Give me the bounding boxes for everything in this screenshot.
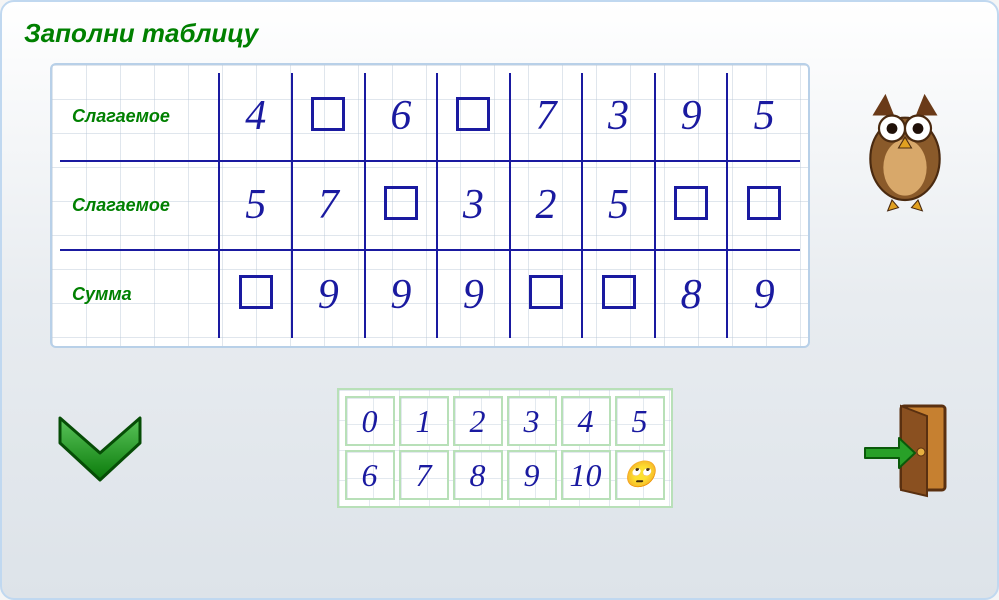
picker-tile[interactable]: 5 (615, 396, 665, 446)
cell-value: 9 (463, 272, 484, 318)
table-row: Слагаемое 5 7 3 2 5 (60, 161, 800, 251)
blank-cell[interactable] (747, 186, 781, 220)
blank-cell[interactable] (456, 97, 490, 131)
cell-value: 9 (681, 93, 702, 139)
cell-value: 7 (318, 182, 339, 228)
blank-cell[interactable] (602, 275, 636, 309)
owl-mascot (850, 63, 970, 218)
confirm-button[interactable] (50, 408, 150, 488)
hint-button[interactable]: 🙄 (615, 450, 665, 500)
table-row: Слагаемое 4 6 7 3 9 5 (60, 73, 800, 161)
picker-tile[interactable]: 2 (453, 396, 503, 446)
blank-cell[interactable] (384, 186, 418, 220)
app-window: Заполни таблицу Слагаемое 4 6 7 3 9 5 Сл… (0, 0, 999, 600)
cell-value: 5 (608, 182, 629, 228)
picker-tile[interactable]: 6 (345, 450, 395, 500)
bottom-bar: 0 1 2 3 4 5 6 7 8 9 10 🙄 (20, 388, 979, 508)
picker-tile[interactable]: 3 (507, 396, 557, 446)
math-table-card: Слагаемое 4 6 7 3 9 5 Слагаемое 5 7 3 2 (50, 63, 810, 348)
cell-value: 5 (245, 182, 266, 228)
picker-tile[interactable]: 8 (453, 450, 503, 500)
picker-tile[interactable]: 1 (399, 396, 449, 446)
cell-value: 3 (608, 93, 629, 139)
cell-value: 4 (245, 93, 266, 139)
number-picker: 0 1 2 3 4 5 6 7 8 9 10 🙄 (337, 388, 673, 508)
blank-cell[interactable] (529, 275, 563, 309)
cell-value: 9 (754, 272, 775, 318)
picker-tile[interactable]: 7 (399, 450, 449, 500)
cell-value: 5 (754, 93, 775, 139)
cell-value: 9 (318, 272, 339, 318)
picker-tile[interactable]: 10 (561, 450, 611, 500)
page-title: Заполни таблицу (24, 18, 979, 49)
table-row: Сумма 9 9 9 8 9 (60, 250, 800, 338)
picker-tile[interactable]: 0 (345, 396, 395, 446)
chevron-down-icon (50, 408, 150, 488)
cell-value: 9 (390, 272, 411, 318)
math-table: Слагаемое 4 6 7 3 9 5 Слагаемое 5 7 3 2 (60, 73, 800, 338)
cell-value: 3 (463, 182, 484, 228)
workarea: Слагаемое 4 6 7 3 9 5 Слагаемое 5 7 3 2 (20, 63, 979, 348)
row-label-addend-2: Слагаемое (60, 161, 219, 251)
row-label-sum: Сумма (60, 250, 219, 338)
blank-cell[interactable] (311, 97, 345, 131)
exit-button[interactable] (859, 398, 959, 498)
blank-cell[interactable] (239, 275, 273, 309)
row-label-addend-1: Слагаемое (60, 73, 219, 161)
owl-icon (850, 83, 960, 213)
picker-tile[interactable]: 4 (561, 396, 611, 446)
door-icon (859, 398, 959, 498)
cell-value: 8 (681, 272, 702, 318)
cell-value: 2 (535, 182, 556, 228)
cell-value: 7 (535, 93, 556, 139)
cell-value: 6 (390, 93, 411, 139)
blank-cell[interactable] (674, 186, 708, 220)
picker-tile[interactable]: 9 (507, 450, 557, 500)
